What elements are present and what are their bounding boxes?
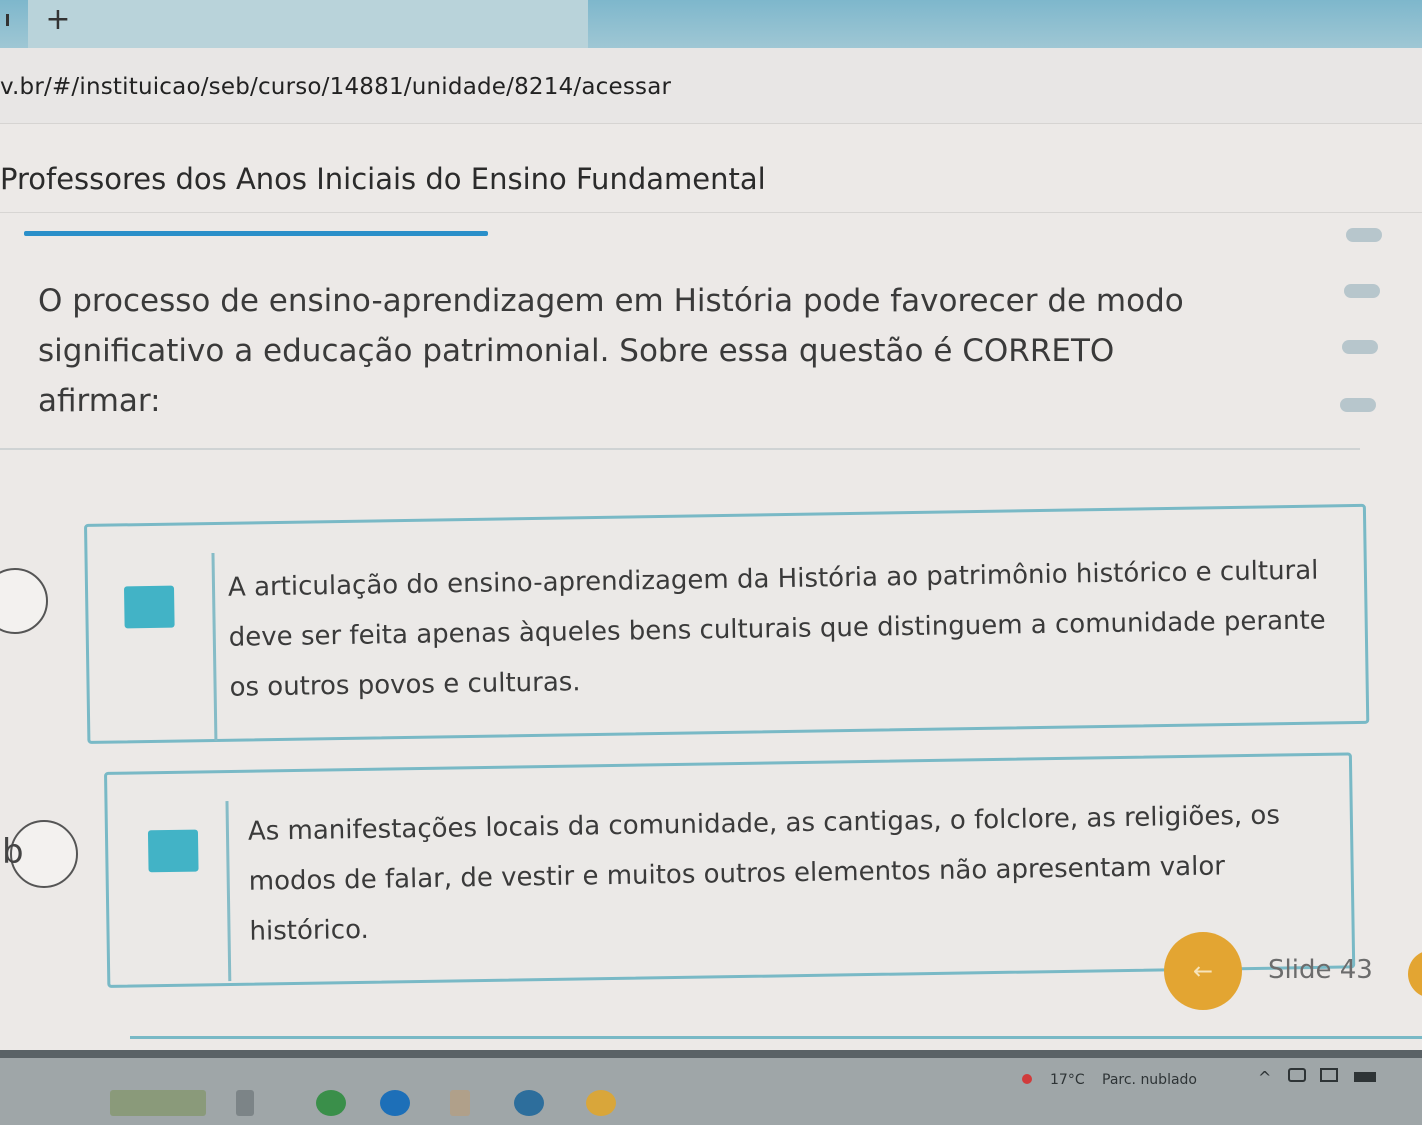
browser-app-icon[interactable]: [316, 1090, 346, 1116]
slide-nav-dot[interactable]: [1344, 284, 1380, 298]
option-divider: [225, 801, 232, 982]
browser-tab-strip: +: [0, 0, 1422, 48]
option-letter-a[interactable]: a: [0, 568, 48, 634]
slide-number: Slide 43: [1268, 955, 1373, 985]
tray-overflow-icon[interactable]: ^: [1258, 1068, 1271, 1087]
option-letter-b[interactable]: b: [2, 820, 78, 888]
weather-icon[interactable]: [1022, 1074, 1032, 1084]
slide-nav-dot[interactable]: [1346, 228, 1382, 242]
browser-tab-active[interactable]: [28, 0, 588, 48]
question-divider: [0, 448, 1360, 450]
header-divider: [0, 212, 1422, 213]
chrome-icon[interactable]: [586, 1090, 616, 1116]
tab-separator: [6, 14, 9, 26]
new-tab-button[interactable]: +: [38, 2, 78, 38]
slide-nav-dot[interactable]: [1342, 340, 1378, 354]
widgets-icon[interactable]: [110, 1090, 206, 1116]
option-text: As manifestações locais da comunidade, a…: [247, 800, 1281, 947]
camera-icon[interactable]: [1288, 1068, 1306, 1082]
previous-slide-button[interactable]: ←: [1164, 932, 1242, 1010]
taskbar-top-strip: [0, 1050, 1422, 1058]
edge-icon[interactable]: [380, 1090, 410, 1116]
next-slide-button[interactable]: [1408, 950, 1422, 998]
option-checkbox[interactable]: [123, 585, 175, 629]
option-checkbox[interactable]: [147, 829, 199, 873]
option-divider: [211, 552, 218, 741]
task-view-icon[interactable]: [236, 1090, 254, 1116]
option-text: A articulação do ensino-aprendizagem da …: [227, 555, 1326, 703]
display-icon[interactable]: [1320, 1068, 1338, 1082]
address-bar[interactable]: v.br/#/instituicao/seb/curso/14881/unida…: [0, 48, 1422, 124]
course-title: Professores dos Anos Iniciais do Ensino …: [0, 162, 766, 196]
weather-description[interactable]: Parc. nublado: [1102, 1072, 1197, 1088]
weather-temperature[interactable]: 17°C: [1050, 1072, 1085, 1088]
store-icon[interactable]: [514, 1090, 544, 1116]
answer-option-a[interactable]: A articulação do ensino-aprendizagem da …: [84, 503, 1370, 744]
option-border: [130, 1036, 1422, 1039]
taskbar: [0, 1050, 1422, 1125]
file-explorer-icon[interactable]: [450, 1090, 470, 1116]
progress-indicator: [24, 231, 488, 236]
url-text[interactable]: v.br/#/instituicao/seb/curso/14881/unida…: [0, 74, 671, 100]
slide-nav-dot[interactable]: [1340, 398, 1376, 412]
battery-icon[interactable]: [1354, 1072, 1376, 1082]
question-text: O processo de ensino-aprendizagem em His…: [38, 283, 1184, 419]
